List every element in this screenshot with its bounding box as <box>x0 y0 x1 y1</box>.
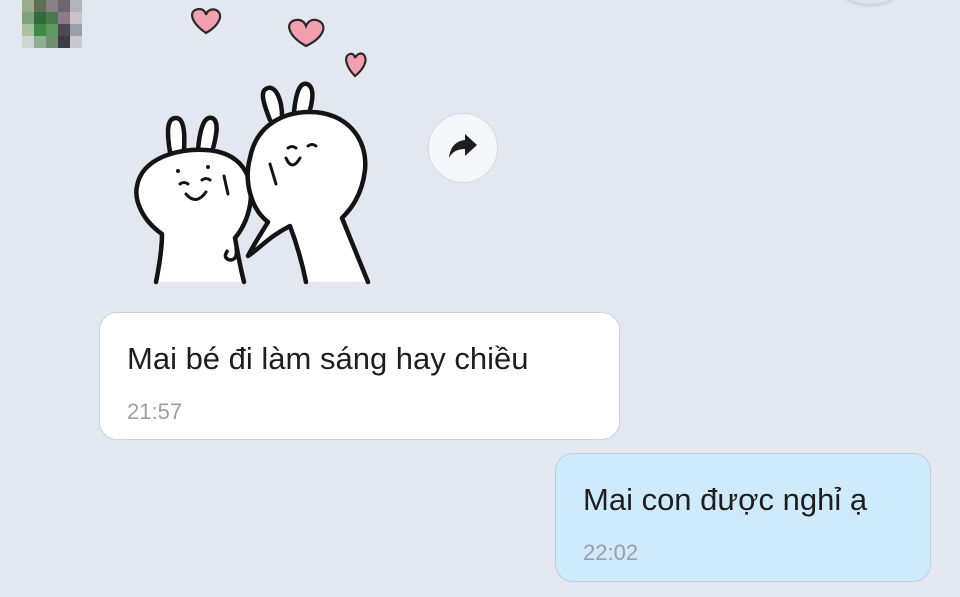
two-rabbits-hugging-hearts-sticker-icon[interactable] <box>110 0 410 290</box>
message-timestamp: 21:57 <box>127 399 183 424</box>
share-button[interactable] <box>428 113 498 183</box>
message-text: Mai bé đi làm sáng hay chiều <box>127 341 529 376</box>
message-text: Mai con được nghỉ ạ <box>583 482 868 517</box>
top-edge-shadow <box>840 0 900 4</box>
incoming-message-bubble[interactable]: Mai bé đi làm sáng hay chiều 21:57 <box>99 312 620 440</box>
outgoing-message-bubble[interactable]: Mai con được nghỉ ạ 22:02 <box>555 453 931 582</box>
share-arrow-icon <box>447 132 479 165</box>
message-timestamp: 22:02 <box>583 540 639 565</box>
sender-avatar[interactable] <box>22 0 82 50</box>
heart-icon <box>191 7 367 78</box>
